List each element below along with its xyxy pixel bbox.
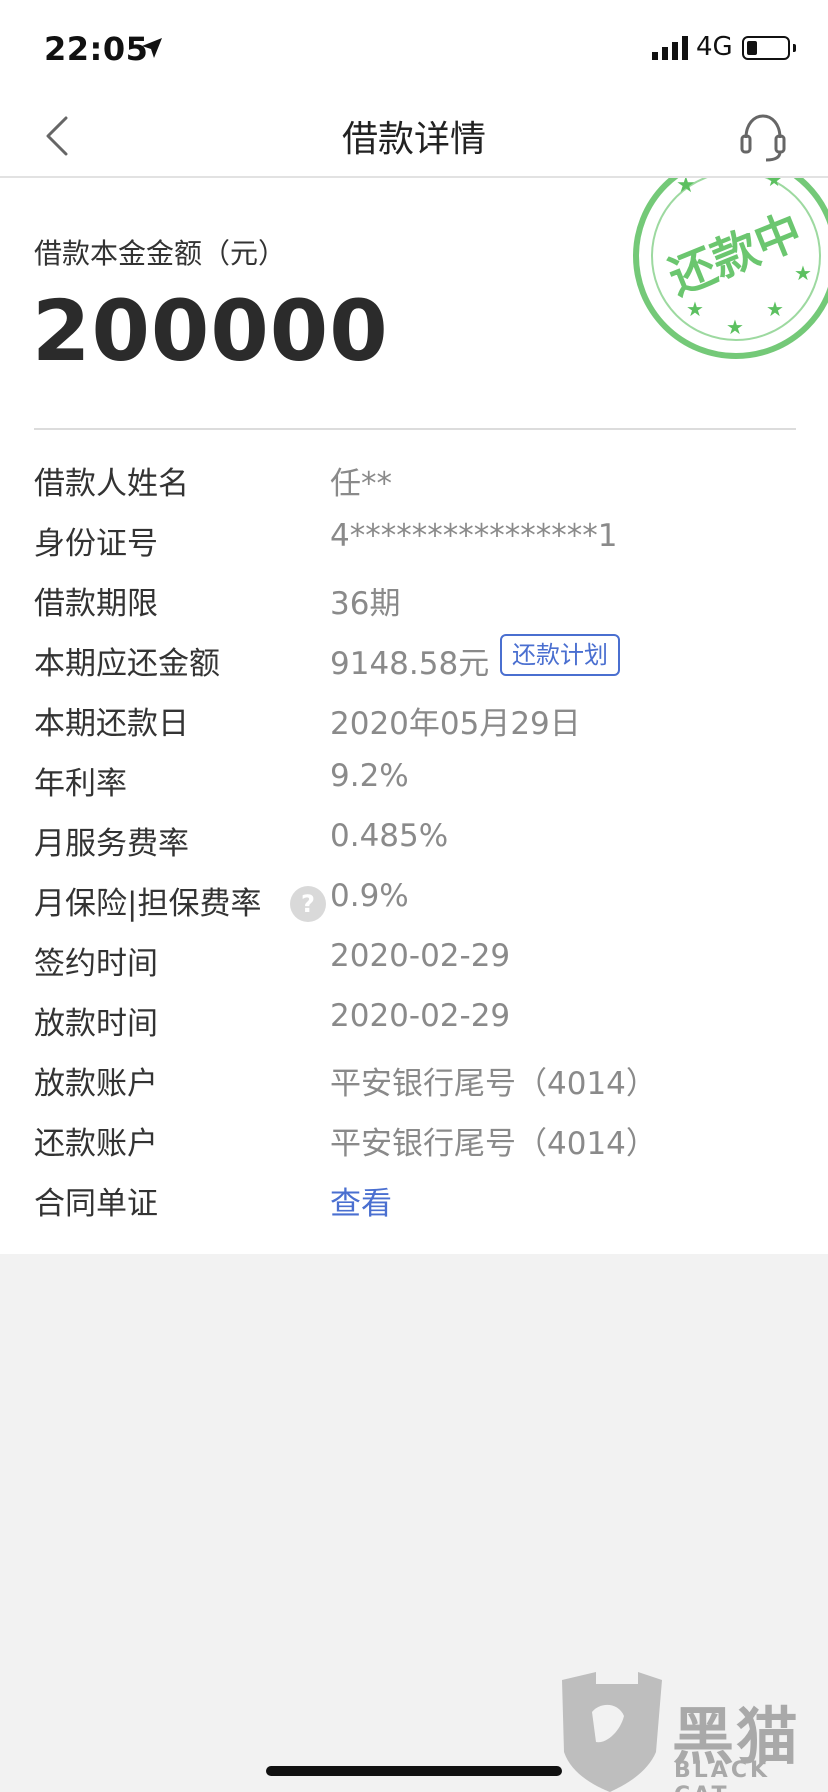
row-value: 2020年05月29日 <box>330 706 581 742</box>
principal-amount: 200000 <box>32 282 389 380</box>
row-label: 本期应还金额 <box>34 646 220 682</box>
battery-icon <box>742 36 790 60</box>
home-indicator[interactable] <box>266 1766 562 1776</box>
row-id-number: 身份证号 4****************1 <box>0 510 828 570</box>
network-type: 4G <box>696 32 733 62</box>
row-value: 2020-02-29 <box>330 938 511 974</box>
row-loan-term: 借款期限 36期 <box>0 570 828 630</box>
battery-tip <box>793 44 796 52</box>
nav-bar: 借款详情 <box>0 96 828 178</box>
location-arrow-icon <box>142 38 162 58</box>
row-label: 借款期限 <box>34 586 158 622</box>
svg-text:★: ★ <box>766 297 784 321</box>
signal-icon <box>652 36 688 60</box>
row-label: 合同单证 <box>34 1186 158 1222</box>
row-disbursement-time: 放款时间 2020-02-29 <box>0 990 828 1050</box>
watermark-subtext: BLACK CAT <box>674 1758 771 1792</box>
row-due-date: 本期还款日 2020年05月29日 <box>0 690 828 750</box>
row-installment-amount: 本期应还金额 9148.58元 还款计划 <box>0 630 828 690</box>
row-value: 2020-02-29 <box>330 998 511 1034</box>
row-label: 年利率 <box>34 766 127 802</box>
svg-text:★: ★ <box>766 178 782 191</box>
screen: 22:05 4G 借款详情 借款本金金额（元） 200000 ★ ★ ★ ★ ★… <box>0 0 828 1792</box>
row-value: 0.9% <box>330 878 409 914</box>
page-title: 借款详情 <box>341 119 486 160</box>
stamp-text: 还款中 <box>661 203 809 305</box>
row-label: 放款账户 <box>34 1066 158 1102</box>
row-disbursement-account: 放款账户 平安银行尾号（4014） <box>0 1050 828 1110</box>
help-icon[interactable]: ? <box>290 886 326 922</box>
svg-text:★: ★ <box>726 315 744 339</box>
row-label: 还款账户 <box>34 1126 158 1162</box>
status-bar: 22:05 4G <box>0 0 828 96</box>
row-label: 借款人姓名 <box>34 466 189 502</box>
svg-text:★: ★ <box>794 261 812 285</box>
row-annual-rate: 年利率 9.2% <box>0 750 828 810</box>
row-value: 36期 <box>330 586 401 622</box>
row-service-fee-rate: 月服务费率 0.485% <box>0 810 828 870</box>
row-repayment-account: 还款账户 平安银行尾号（4014） <box>0 1110 828 1170</box>
svg-text:★: ★ <box>676 178 696 198</box>
detail-list: 借款人姓名 任** 身份证号 4****************1 借款期限 3… <box>0 450 828 1230</box>
row-value: 平安银行尾号（4014） <box>330 1066 657 1102</box>
loan-detail-card: 借款本金金额（元） 200000 ★ ★ ★ ★ ★ ★ 还款中 借款人姓名 任… <box>0 178 828 1254</box>
row-value: 0.485% <box>330 818 449 854</box>
row-value: 4****************1 <box>330 518 618 554</box>
row-value: 平安银行尾号（4014） <box>330 1126 657 1162</box>
headset-icon[interactable] <box>736 108 790 164</box>
row-label: 本期还款日 <box>34 706 189 742</box>
divider <box>34 428 796 430</box>
row-value: 任** <box>330 466 392 502</box>
row-insurance-fee-rate: 月保险|担保费率 ? 0.9% <box>0 870 828 930</box>
status-time: 22:05 <box>44 30 149 68</box>
row-borrower-name: 借款人姓名 任** <box>0 450 828 510</box>
row-value: 9.2% <box>330 758 409 794</box>
row-contract: 合同单证 查看 <box>0 1170 828 1230</box>
row-label: 身份证号 <box>34 526 158 562</box>
repayment-plan-button[interactable]: 还款计划 <box>500 634 620 676</box>
row-label: 放款时间 <box>34 1006 158 1042</box>
row-label: 月服务费率 <box>34 826 189 862</box>
row-label: 月保险|担保费率 <box>34 886 262 922</box>
view-contract-link[interactable]: 查看 <box>330 1178 392 1223</box>
row-sign-time: 签约时间 2020-02-29 <box>0 930 828 990</box>
repaying-stamp: ★ ★ ★ ★ ★ ★ 还款中 <box>633 178 828 359</box>
row-label: 签约时间 <box>34 946 158 982</box>
row-value: 9148.58元 <box>330 646 490 682</box>
principal-label: 借款本金金额（元） <box>34 237 287 270</box>
